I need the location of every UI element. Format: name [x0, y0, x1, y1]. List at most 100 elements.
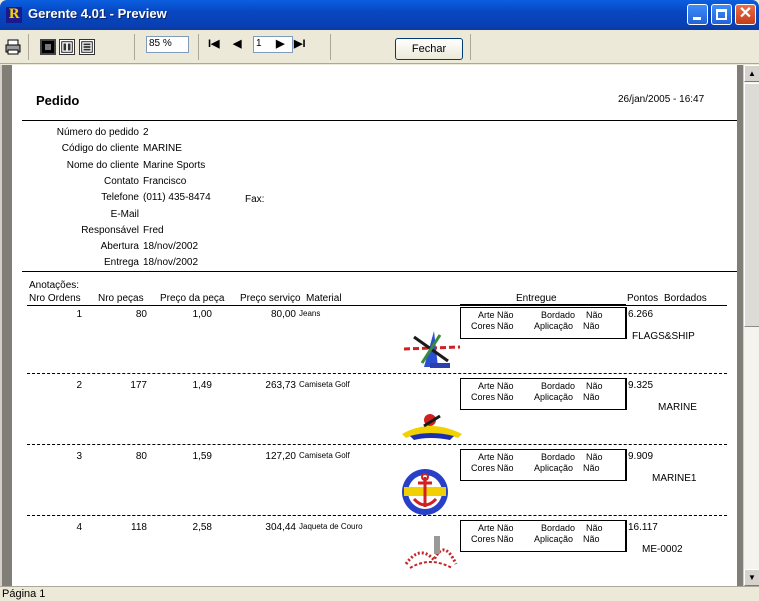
- status-bar: Página 1: [0, 586, 759, 601]
- header-underline: [27, 305, 727, 306]
- entregue-arte-label: Arte: [478, 523, 495, 533]
- entregue-aplicacao-label: Aplicação: [534, 321, 574, 331]
- cell-bordado: ME-0002: [642, 544, 683, 555]
- entregue-bordado-label: Bordado: [541, 452, 576, 462]
- report-title: Pedido: [36, 93, 80, 108]
- vertical-scrollbar[interactable]: ▲ ▼: [743, 65, 759, 586]
- cell-preco-servico: 127,20: [265, 451, 296, 462]
- entregue-header-line: [460, 304, 626, 305]
- single-page-icon[interactable]: [40, 39, 56, 55]
- divider: [22, 120, 737, 121]
- col-header-bordados: Bordados: [664, 293, 707, 304]
- field-value: 2: [143, 127, 149, 138]
- marine-logo: [400, 408, 464, 445]
- field-label: Contato: [103, 176, 139, 187]
- entregue-bordado-label: Bordado: [541, 310, 576, 320]
- print-icon[interactable]: [5, 39, 21, 55]
- entregue-aplicacao-label: Aplicação: [534, 463, 574, 473]
- field-value: Fred: [143, 225, 164, 236]
- field-label: Telefone: [101, 192, 139, 203]
- flags-ship-logo: [400, 327, 464, 374]
- col-header-entregue: Entregue: [516, 293, 557, 304]
- cell-material: Jeans: [299, 309, 321, 318]
- multi-page-icon[interactable]: [79, 39, 95, 55]
- cell-preco-peca: 1,00: [192, 309, 212, 320]
- entregue-bordado-value: Não: [586, 523, 603, 533]
- toolbar-separator: [134, 34, 135, 60]
- close-preview-button[interactable]: Fechar: [395, 38, 463, 60]
- close-button[interactable]: ✕: [735, 4, 756, 25]
- title-bar: R Gerente 4.01 - Preview ✕: [0, 0, 759, 30]
- entregue-divider: [626, 449, 627, 481]
- entregue-arte-value: Não: [497, 523, 514, 533]
- next-page-button[interactable]: ▶: [276, 37, 284, 50]
- annotations-label: Anotações:: [29, 280, 80, 291]
- page-number-input[interactable]: 1: [253, 36, 293, 53]
- col-header-preco-peca: Preço da peça: [160, 293, 225, 304]
- zoom-select[interactable]: 85 %: [146, 36, 189, 53]
- scroll-down-button[interactable]: ▼: [744, 569, 759, 586]
- maximize-button[interactable]: [711, 4, 732, 25]
- cell-pecas: 177: [130, 380, 147, 391]
- minimize-icon: [693, 17, 701, 20]
- cell-pontos: 9.909: [628, 451, 654, 462]
- entregue-box: Arte Não Bordado Não Cores Não Aplicação Não: [460, 307, 626, 339]
- report-page: Pedido 26/jan/2005 - 16:47 Número do ped…: [12, 65, 737, 586]
- entregue-bordado-label: Bordado: [541, 523, 576, 533]
- last-page-button[interactable]: ▶I: [294, 37, 306, 50]
- field-value: (011) 435-8474: [143, 192, 211, 203]
- toolbar-separator: [330, 34, 331, 60]
- entregue-bordado-value: Não: [586, 452, 603, 462]
- field-value: Francisco: [143, 176, 187, 187]
- page-status: Página 1: [2, 588, 46, 600]
- field-label: Responsável: [81, 225, 139, 236]
- cell-pecas: 80: [135, 451, 147, 462]
- entregue-arte-value: Não: [497, 381, 514, 391]
- toolbar-separator: [470, 34, 471, 60]
- entregue-cores-value: Não: [497, 534, 514, 544]
- row-separator: [27, 373, 727, 374]
- field-label: Nome do cliente: [66, 160, 139, 171]
- entregue-cores-label: Cores: [471, 534, 496, 544]
- entregue-aplicacao-value: Não: [583, 463, 600, 473]
- field-label: Entrega: [103, 257, 139, 268]
- entregue-arte-value: Não: [497, 310, 514, 320]
- report-date: 26/jan/2005 - 16:47: [618, 94, 705, 105]
- two-pages-icon[interactable]: [59, 39, 75, 55]
- cell-bordado: FLAGS&SHIP: [632, 331, 695, 342]
- col-header-preco-servico: Preço serviço: [240, 293, 301, 304]
- entregue-arte-value: Não: [497, 452, 514, 462]
- minimize-button[interactable]: [687, 4, 708, 25]
- entregue-cores-label: Cores: [471, 463, 496, 473]
- cell-pecas: 80: [135, 309, 147, 320]
- cell-pecas: 118: [131, 522, 147, 533]
- app-icon: R: [6, 7, 22, 23]
- entregue-aplicacao-value: Não: [583, 534, 600, 544]
- cell-nro: 3: [76, 451, 82, 462]
- scroll-up-button[interactable]: ▲: [744, 65, 759, 82]
- scroll-thumb[interactable]: [744, 83, 759, 327]
- cell-material: Camiseta Golf: [299, 380, 350, 389]
- field-value: 18/nov/2002: [143, 241, 199, 252]
- close-icon: ✕: [738, 5, 753, 22]
- entregue-arte-label: Arte: [478, 381, 495, 391]
- cell-material: Jaqueta de Couro: [299, 522, 363, 531]
- entregue-bordado-label: Bordado: [541, 381, 576, 391]
- cell-bordado: MARINE: [658, 402, 697, 413]
- first-page-button[interactable]: I◀: [208, 37, 220, 50]
- entregue-arte-label: Arte: [478, 310, 495, 320]
- cell-preco-servico: 304,44: [265, 522, 296, 533]
- entregue-cores-value: Não: [497, 463, 514, 473]
- field-value: Marine Sports: [143, 160, 206, 171]
- entregue-divider: [626, 307, 627, 339]
- entregue-bordado-value: Não: [586, 381, 603, 391]
- entregue-aplicacao-label: Aplicação: [534, 534, 574, 544]
- cell-nro: 4: [76, 522, 82, 533]
- preview-viewport[interactable]: Pedido 26/jan/2005 - 16:47 Número do ped…: [0, 65, 743, 586]
- field-label: E-Mail: [110, 209, 139, 220]
- row-separator: [27, 444, 727, 445]
- entregue-box: Arte Não Bordado Não Cores Não Aplicação Não: [460, 378, 626, 410]
- previous-page-button[interactable]: ◀: [233, 37, 241, 50]
- col-header-material: Material: [306, 293, 342, 304]
- entregue-box: Arte Não Bordado Não Cores Não Aplicação Não: [460, 449, 626, 481]
